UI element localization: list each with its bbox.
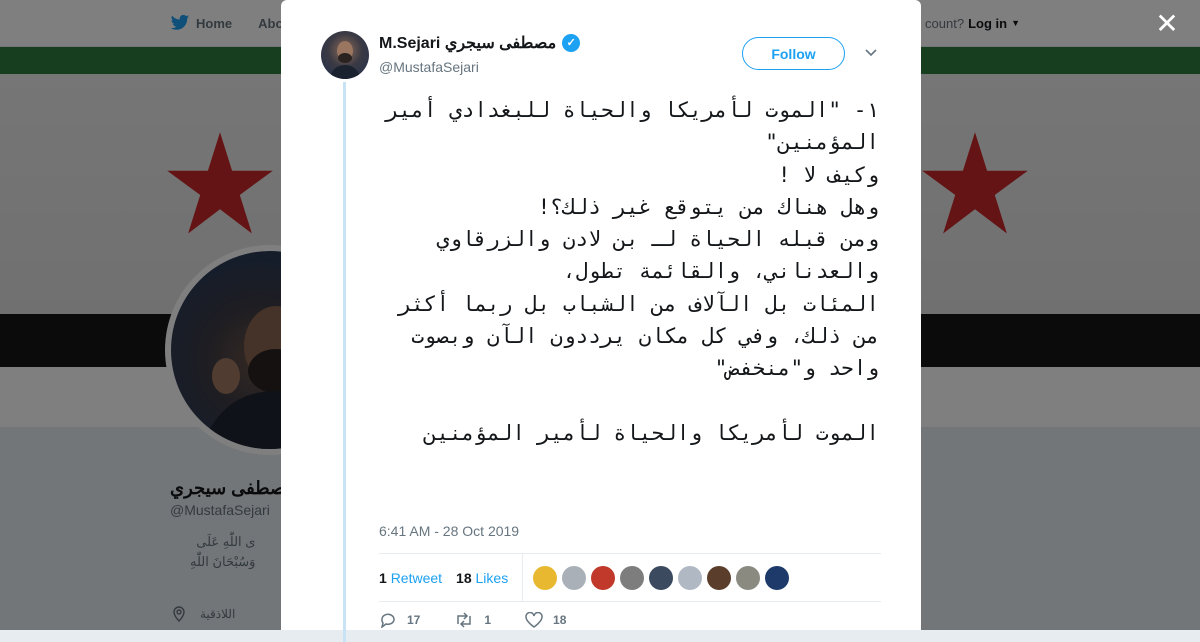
tweet-line — [379, 385, 879, 417]
liker-avatars — [533, 565, 790, 590]
retweet-count: 1 — [379, 569, 387, 586]
tweet-author-name[interactable]: M.Sejari مصطفى سيجري ✓ — [379, 33, 581, 53]
heart-icon — [525, 612, 543, 628]
reply-count: 17 — [407, 613, 421, 627]
tweet-modal: M.Sejari مصطفى سيجري ✓ @MustafaSejari Fo… — [281, 0, 921, 642]
like-action-count: 18 — [553, 613, 567, 627]
likes-count: 18 — [456, 569, 472, 586]
likes-stat-label: Likes — [475, 569, 509, 586]
liker-avatar[interactable] — [649, 565, 674, 590]
retweet-button[interactable]: 1 — [454, 612, 491, 628]
liker-avatar[interactable] — [562, 565, 587, 590]
verified-badge-icon: ✓ — [562, 34, 581, 52]
author-display-name: M.Sejari مصطفى سيجري — [379, 35, 557, 52]
tweet-actions: 17 1 18 — [379, 612, 566, 628]
liker-avatar[interactable] — [620, 565, 645, 590]
stats-divider — [522, 554, 524, 601]
tweet-author-handle[interactable]: @MustafaSejari — [379, 59, 479, 75]
tweet-stats: 1 Retweet 18 Likes — [379, 553, 881, 602]
retweet-action-count: 1 — [484, 613, 492, 627]
likes-stat[interactable]: 18 Likes — [456, 570, 508, 586]
follow-button[interactable]: Follow — [742, 37, 845, 70]
chevron-down-icon[interactable] — [864, 46, 878, 60]
retweet-stat-label: Retweet — [390, 569, 443, 586]
liker-avatar[interactable] — [533, 565, 558, 590]
tweet-text: ١- "الموت لأمريكا والحياة للبغدادي أمير … — [379, 94, 879, 449]
like-button[interactable]: 18 — [525, 612, 566, 628]
reply-icon — [380, 613, 395, 628]
tweet-author-avatar[interactable] — [321, 31, 369, 79]
person-photo-icon — [329, 41, 361, 79]
tweet-line: وهل هناك من يتوقع غير ذلك؟! — [537, 194, 879, 219]
tweet-timestamp[interactable]: 6:41 AM - 28 Oct 2019 — [379, 523, 519, 539]
liker-avatar[interactable] — [765, 565, 790, 590]
liker-avatar[interactable] — [591, 565, 616, 590]
tweet-line: ومن قبله الحياة لـ بن لادن والزرقاوي وال… — [436, 227, 879, 284]
liker-avatar[interactable] — [736, 565, 761, 590]
close-icon[interactable]: ✕ — [1155, 10, 1179, 38]
reply-button[interactable]: 17 — [379, 612, 420, 628]
liker-avatar[interactable] — [678, 565, 703, 590]
tweet-line: ١- "الموت لأمريكا والحياة للبغدادي أمير … — [385, 98, 879, 155]
retweet-stat[interactable]: 1 Retweet — [379, 570, 442, 586]
tweet-line: الموت لأمريكا والحياة لأمير المؤمنين — [423, 420, 879, 445]
retweet-icon — [457, 612, 472, 628]
liker-avatar[interactable] — [707, 565, 732, 590]
tweet-line: المئات بل الآلاف من الشباب بل ربما أكثر … — [398, 291, 879, 381]
thread-line — [343, 82, 346, 642]
tweet-line: وكيف لا ! — [777, 162, 879, 187]
